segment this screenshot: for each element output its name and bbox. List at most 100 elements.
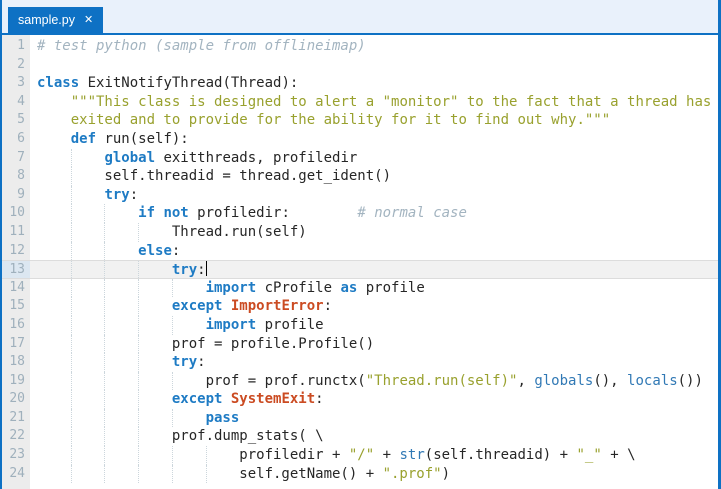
line-content[interactable]: self.threadid = thread.get_ident() xyxy=(30,167,718,186)
code-line[interactable]: 19 prof = prof.runctx("Thread.run(self)"… xyxy=(2,372,718,391)
line-number[interactable]: 19 xyxy=(2,372,30,391)
line-content[interactable]: if not profiledir: # normal case xyxy=(30,204,718,223)
line-content[interactable]: import cProfile as profile xyxy=(30,279,718,298)
line-content[interactable]: self.getName() + ".prof") xyxy=(30,465,718,484)
code-line[interactable]: 3class ExitNotifyThread(Thread): xyxy=(2,74,718,93)
code-line[interactable]: 24 self.getName() + ".prof") xyxy=(2,465,718,484)
line-number[interactable]: 13 xyxy=(2,261,30,278)
line-number[interactable]: 6 xyxy=(2,130,30,149)
line-number[interactable]: 12 xyxy=(2,242,30,261)
code-token: as xyxy=(340,280,357,296)
code-line[interactable]: 1# test python (sample from offlineimap) xyxy=(2,37,718,56)
line-content[interactable]: try: xyxy=(30,261,718,278)
code-token: ) xyxy=(442,466,450,482)
line-number[interactable]: 18 xyxy=(2,353,30,372)
indent-guide-line xyxy=(71,297,72,316)
code-token: prof.dump_stats( \ xyxy=(37,428,324,444)
line-number[interactable]: 21 xyxy=(2,409,30,428)
line-number[interactable]: 17 xyxy=(2,335,30,354)
line-number[interactable]: 16 xyxy=(2,316,30,335)
code-line[interactable]: 18 try: xyxy=(2,353,718,372)
line-content[interactable]: except ImportError: xyxy=(30,297,718,316)
code-token: profile xyxy=(256,317,323,333)
line-content[interactable]: prof = prof.runctx("Thread.run(self)", g… xyxy=(30,372,718,391)
line-number[interactable]: 24 xyxy=(2,465,30,484)
indent-guide-line xyxy=(138,427,139,446)
tab-sample-py[interactable]: sample.py ✕ xyxy=(8,7,103,33)
code-line[interactable]: 8 self.threadid = thread.get_ident() xyxy=(2,167,718,186)
code-token xyxy=(37,410,206,426)
line-content[interactable]: try: xyxy=(30,186,718,205)
line-number[interactable]: 14 xyxy=(2,279,30,298)
line-number[interactable]: 15 xyxy=(2,297,30,316)
indent-guide-line xyxy=(138,446,139,465)
line-content[interactable]: try: xyxy=(30,353,718,372)
code-token: def xyxy=(71,131,96,147)
line-number[interactable]: 3 xyxy=(2,74,30,93)
code-line[interactable]: 5 exited and to provide for the ability … xyxy=(2,111,718,130)
code-line[interactable]: 9 try: xyxy=(2,186,718,205)
line-content[interactable]: profiledir + "/" + str(self.threadid) + … xyxy=(30,446,718,465)
code-line[interactable]: 17 prof = profile.Profile() xyxy=(2,335,718,354)
code-token: import xyxy=(206,280,257,296)
line-content[interactable]: import profile xyxy=(30,316,718,335)
close-icon[interactable]: ✕ xyxy=(84,15,93,26)
code-line[interactable]: 10 if not profiledir: # normal case xyxy=(2,204,718,223)
code-token: global xyxy=(104,150,155,166)
code-token: self.getName() + xyxy=(37,466,383,482)
indent-guide-line xyxy=(172,279,173,298)
code-line[interactable]: 22 prof.dump_stats( \ xyxy=(2,427,718,446)
line-number[interactable]: 23 xyxy=(2,446,30,465)
line-content[interactable]: class ExitNotifyThread(Thread): xyxy=(30,74,718,93)
code-token: "Thread.run(self)" xyxy=(366,373,518,389)
line-content[interactable]: """This class is designed to alert a "mo… xyxy=(30,93,718,112)
indent-guide-line xyxy=(104,261,105,278)
indent-guide-line xyxy=(172,372,173,391)
line-number[interactable]: 2 xyxy=(2,56,30,75)
line-content[interactable]: pass xyxy=(30,409,718,428)
line-content[interactable]: prof = profile.Profile() xyxy=(30,335,718,354)
tab-bar: sample.py ✕ xyxy=(2,0,718,33)
code-line[interactable]: 20 except SystemExit: xyxy=(2,390,718,409)
line-content[interactable]: Thread.run(self) xyxy=(30,223,718,242)
line-number[interactable]: 4 xyxy=(2,93,30,112)
line-number[interactable]: 7 xyxy=(2,149,30,168)
line-number[interactable]: 9 xyxy=(2,186,30,205)
line-content[interactable]: exited and to provide for the ability fo… xyxy=(30,111,718,130)
code-line[interactable]: 2 xyxy=(2,56,718,75)
code-line[interactable]: 15 except ImportError: xyxy=(2,297,718,316)
line-content[interactable]: global exitthreads, profiledir xyxy=(30,149,718,168)
line-content[interactable]: except SystemExit: xyxy=(30,390,718,409)
line-number[interactable]: 8 xyxy=(2,167,30,186)
code-line[interactable]: 4 """This class is designed to alert a "… xyxy=(2,93,718,112)
line-number[interactable]: 10 xyxy=(2,204,30,223)
code-token: SystemExit xyxy=(231,391,315,407)
code-line[interactable]: 21 pass xyxy=(2,409,718,428)
editor-window: sample.py ✕ 1# test python (sample from … xyxy=(0,0,721,489)
line-content[interactable]: else: xyxy=(30,242,718,261)
indent-guide-line xyxy=(71,167,72,186)
code-line[interactable]: 14 import cProfile as profile xyxy=(2,279,718,298)
line-number[interactable]: 20 xyxy=(2,390,30,409)
code-token xyxy=(37,131,71,147)
code-line[interactable]: 16 import profile xyxy=(2,316,718,335)
line-number[interactable]: 11 xyxy=(2,223,30,242)
line-content[interactable]: def run(self): xyxy=(30,130,718,149)
code-editor[interactable]: 1# test python (sample from offlineimap)… xyxy=(2,35,718,489)
code-line[interactable]: 7 global exitthreads, profiledir xyxy=(2,149,718,168)
code-line[interactable]: 6 def run(self): xyxy=(2,130,718,149)
line-content[interactable]: # test python (sample from offlineimap) xyxy=(30,37,718,56)
line-content[interactable] xyxy=(30,56,718,75)
code-token xyxy=(290,205,357,221)
code-line[interactable]: 23 profiledir + "/" + str(self.threadid)… xyxy=(2,446,718,465)
line-content[interactable]: prof.dump_stats( \ xyxy=(30,427,718,446)
code-token: locals xyxy=(627,373,678,389)
indent-guide-line xyxy=(71,316,72,335)
code-line[interactable]: 12 else: xyxy=(2,242,718,261)
line-number[interactable]: 1 xyxy=(2,37,30,56)
line-number[interactable]: 5 xyxy=(2,111,30,130)
code-line[interactable]: 11 Thread.run(self) xyxy=(2,223,718,242)
code-line[interactable]: 13 try: xyxy=(2,260,718,279)
code-token: (self.threadid) + xyxy=(425,447,577,463)
line-number[interactable]: 22 xyxy=(2,427,30,446)
